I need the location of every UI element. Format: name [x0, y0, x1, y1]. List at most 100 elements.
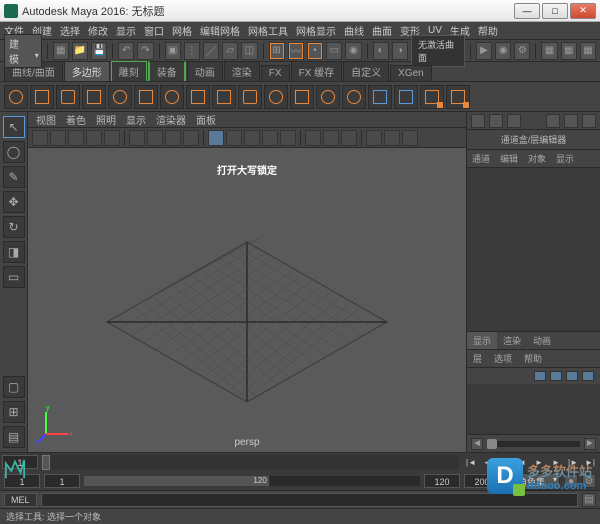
pt-shaded[interactable]	[226, 130, 242, 146]
pt-gate-mask[interactable]	[183, 130, 199, 146]
shelf-poly-svg[interactable]	[394, 85, 418, 109]
menu-display[interactable]: 显示	[116, 23, 136, 38]
pt-select-camera[interactable]	[32, 130, 48, 146]
panel-menu-shading[interactable]: 着色	[66, 112, 86, 127]
shelf-poly-disc[interactable]	[160, 85, 184, 109]
shelf-tab-xgen[interactable]: XGen	[390, 65, 432, 81]
pt-grid[interactable]	[129, 130, 145, 146]
layout-four[interactable]: ⊞	[3, 401, 25, 423]
select-vertex-button[interactable]: ⋮	[184, 42, 200, 60]
rpanel-channelbox-icon[interactable]	[471, 114, 485, 128]
layer-new-empty[interactable]	[566, 371, 578, 381]
shelf-poly-pyramid[interactable]	[212, 85, 236, 109]
ui-toggle-2[interactable]: ▦	[561, 42, 577, 60]
pt-isolate[interactable]	[305, 130, 321, 146]
shelf-poly-pipe[interactable]	[264, 85, 288, 109]
rpanel-attr-icon[interactable]	[489, 114, 503, 128]
viewport[interactable]: 打开大写锁定	[28, 148, 466, 452]
shelf-tab-rigging[interactable]: 装备	[148, 61, 186, 81]
history-button[interactable]: ◐	[373, 42, 389, 60]
shelf-poly-type[interactable]	[368, 85, 392, 109]
panel-menu-show[interactable]: 显示	[126, 112, 146, 127]
time-handle[interactable]	[42, 455, 50, 470]
shelf-tab-polygons[interactable]: 多边形	[64, 61, 110, 81]
time-track[interactable]: 1	[42, 455, 459, 470]
pt-xray[interactable]	[323, 130, 339, 146]
ipr-button[interactable]: ◉	[495, 42, 511, 60]
menu-meshdisplay[interactable]: 网格显示	[296, 23, 336, 38]
last-tool[interactable]: ▭	[3, 266, 25, 288]
speed-slider[interactable]	[487, 441, 580, 447]
panel-menu-view[interactable]: 视图	[36, 112, 56, 127]
shelf-poly-cone[interactable]	[82, 85, 106, 109]
shelf-poly-prism[interactable]	[238, 85, 262, 109]
pt-image-plane[interactable]	[68, 130, 84, 146]
cb-tab-edit[interactable]: 编辑	[495, 150, 523, 167]
pt-textured[interactable]	[244, 130, 260, 146]
layer-menu-layer[interactable]: 层	[473, 352, 482, 365]
history-off-button[interactable]: ◑	[392, 42, 408, 60]
script-lang-dropdown[interactable]: MEL	[4, 493, 37, 507]
render-button[interactable]: ▶	[476, 42, 492, 60]
close-button[interactable]: ✕	[570, 3, 596, 19]
menu-help[interactable]: 帮助	[478, 23, 498, 38]
pt-wireframe[interactable]	[208, 130, 224, 146]
menu-surface[interactable]: 曲面	[372, 23, 392, 38]
script-editor-button[interactable]: ▤	[582, 493, 596, 507]
layer-new-selected[interactable]	[582, 371, 594, 381]
move-tool[interactable]: ✥	[3, 191, 25, 213]
rpanel-a-icon[interactable]	[546, 114, 560, 128]
snap-curve-button[interactable]: 〰	[288, 42, 304, 60]
render-settings-button[interactable]: ⚙	[514, 42, 530, 60]
redo-button[interactable]: ↷	[137, 42, 153, 60]
shelf-combine[interactable]	[420, 85, 444, 109]
command-input[interactable]	[41, 493, 578, 507]
pt-expose[interactable]	[366, 130, 382, 146]
maximize-button[interactable]: □	[542, 3, 568, 19]
ui-toggle-3[interactable]: ▦	[580, 42, 596, 60]
new-scene-button[interactable]: ▦	[53, 42, 69, 60]
pt-bookmark[interactable]	[50, 130, 66, 146]
select-face-button[interactable]: ▱	[222, 42, 238, 60]
select-edge-button[interactable]: ／	[203, 42, 219, 60]
undo-button[interactable]: ↶	[118, 42, 134, 60]
save-scene-button[interactable]: 💾	[91, 42, 107, 60]
cb-tab-show[interactable]: 显示	[551, 150, 579, 167]
select-object-button[interactable]: ▣	[165, 42, 181, 60]
pt-resolution-gate[interactable]	[165, 130, 181, 146]
layer-move-down[interactable]	[550, 371, 562, 381]
panel-menu-renderer[interactable]: 渲染器	[156, 112, 186, 127]
pt-lights[interactable]	[262, 130, 278, 146]
channelbox-body[interactable]	[467, 168, 600, 331]
shelf-poly-plane[interactable]	[134, 85, 158, 109]
shelf-tab-fx[interactable]: FX	[261, 65, 290, 81]
menu-modify[interactable]: 修改	[88, 23, 108, 38]
open-scene-button[interactable]: 📁	[72, 42, 88, 60]
layer-menu-options[interactable]: 选项	[494, 352, 512, 365]
menu-meshtools[interactable]: 网格工具	[248, 23, 288, 38]
pt-view-transform[interactable]	[402, 130, 418, 146]
pt-2d-pan[interactable]	[86, 130, 102, 146]
layer-tab-anim[interactable]: 动画	[527, 332, 557, 349]
lasso-tool[interactable]: ◯	[3, 141, 25, 163]
rpanel-c-icon[interactable]	[582, 114, 596, 128]
layer-tab-render[interactable]: 渲染	[497, 332, 527, 349]
panel-menu-panels[interactable]: 面板	[196, 112, 216, 127]
pt-film-gate[interactable]	[147, 130, 163, 146]
select-tool[interactable]: ↖	[3, 116, 25, 138]
layer-menu-help[interactable]: 帮助	[524, 352, 542, 365]
menu-editmesh[interactable]: 编辑网格	[200, 23, 240, 38]
rotate-tool[interactable]: ↻	[3, 216, 25, 238]
range-slider[interactable]: 120	[84, 476, 420, 486]
shelf-poly-cylinder[interactable]	[56, 85, 80, 109]
rpanel-tool-icon[interactable]	[507, 114, 521, 128]
playback-start[interactable]: 1	[44, 474, 80, 488]
select-uv-button[interactable]: ◫	[241, 42, 257, 60]
playback-end[interactable]: 120	[424, 474, 460, 488]
minimize-button[interactable]: —	[514, 3, 540, 19]
shelf-tab-render[interactable]: 渲染	[224, 61, 260, 81]
cb-tab-channel[interactable]: 通道	[467, 150, 495, 167]
layer-list[interactable]	[467, 384, 600, 434]
layer-tab-display[interactable]: 显示	[467, 332, 497, 349]
pt-grease[interactable]	[104, 130, 120, 146]
